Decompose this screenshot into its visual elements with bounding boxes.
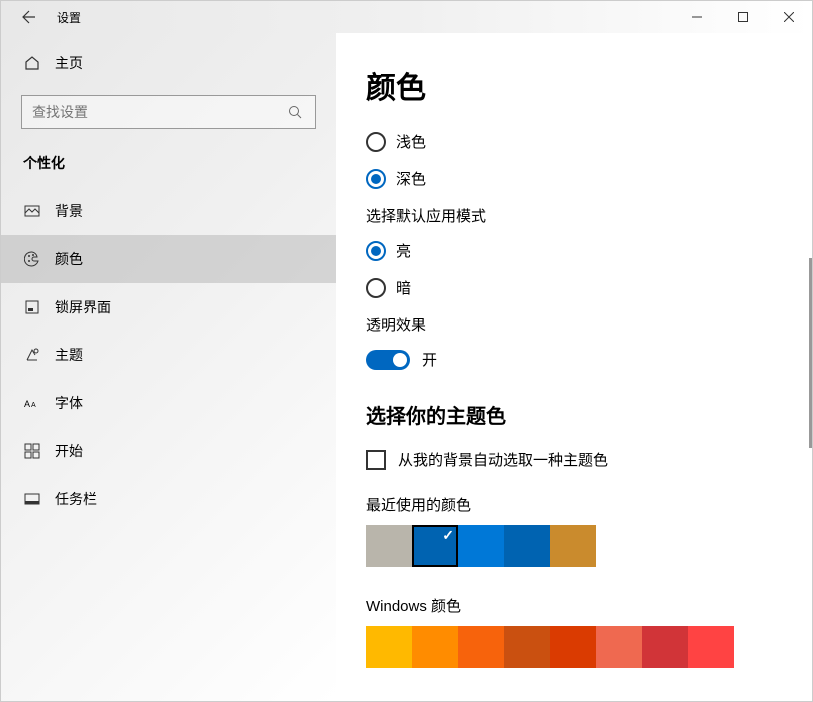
sidebar-item-themes[interactable]: 主题 [1, 331, 336, 379]
sidebar-item-fonts[interactable]: AA 字体 [1, 379, 336, 427]
picture-icon [23, 202, 41, 220]
recent-color-swatch[interactable] [412, 525, 458, 567]
radio-windows-dark[interactable]: 深色 [366, 168, 782, 189]
windows-color-swatch[interactable] [688, 626, 734, 668]
nav-label: 主题 [55, 345, 83, 365]
nav-label: 开始 [55, 441, 83, 461]
titlebar: 设置 [1, 1, 812, 33]
themes-icon [23, 346, 41, 364]
sidebar-item-background[interactable]: 背景 [1, 187, 336, 235]
sidebar: 主页 个性化 背景 颜色 锁屏界面 [1, 33, 336, 701]
windows-color-swatch[interactable] [366, 626, 412, 668]
radio-icon [366, 169, 386, 189]
radio-app-dark[interactable]: 暗 [366, 277, 782, 298]
palette-icon [23, 250, 41, 268]
page-title: 颜色 [366, 63, 782, 107]
windows-color-swatch[interactable] [504, 626, 550, 668]
main-content: 颜色 浅色 深色 选择默认应用模式 亮 暗 透明效果 [336, 33, 812, 701]
accent-header: 选择你的主题色 [366, 400, 782, 429]
recent-color-swatch[interactable] [550, 525, 596, 567]
search-box[interactable] [21, 95, 316, 129]
transparency-toggle[interactable] [366, 350, 410, 370]
radio-windows-light[interactable]: 浅色 [366, 131, 782, 152]
minimize-icon [692, 12, 702, 22]
windows-color-swatch[interactable] [458, 626, 504, 668]
radio-label: 亮 [396, 240, 411, 261]
recent-colors-row [366, 525, 782, 567]
toggle-state-label: 开 [422, 349, 437, 370]
arrow-left-icon [21, 9, 37, 25]
sidebar-item-colors[interactable]: 颜色 [1, 235, 336, 283]
close-icon [784, 12, 794, 22]
radio-app-light[interactable]: 亮 [366, 240, 782, 261]
back-button[interactable] [9, 1, 49, 33]
windows-color-swatch[interactable] [642, 626, 688, 668]
radio-icon [366, 241, 386, 261]
home-icon [23, 54, 41, 72]
category-title: 个性化 [23, 153, 336, 173]
svg-text:A: A [31, 402, 36, 409]
close-button[interactable] [766, 1, 812, 33]
nav-label: 锁屏界面 [55, 297, 111, 317]
recent-colors-header: 最近使用的颜色 [366, 494, 782, 515]
windows-colors-header: Windows 颜色 [366, 595, 782, 616]
svg-text:A: A [24, 399, 30, 409]
windows-color-swatch[interactable] [550, 626, 596, 668]
checkbox-icon [366, 450, 386, 470]
recent-color-swatch[interactable] [458, 525, 504, 567]
sidebar-item-lockscreen[interactable]: 锁屏界面 [1, 283, 336, 331]
home-link[interactable]: 主页 [1, 43, 336, 83]
window-title: 设置 [57, 9, 81, 26]
minimize-button[interactable] [674, 1, 720, 33]
sidebar-item-start[interactable]: 开始 [1, 427, 336, 475]
nav-label: 颜色 [55, 249, 83, 269]
app-mode-header: 选择默认应用模式 [366, 205, 782, 226]
taskbar-icon [23, 490, 41, 508]
sidebar-item-taskbar[interactable]: 任务栏 [1, 475, 336, 523]
transparency-header: 透明效果 [366, 314, 782, 335]
radio-label: 暗 [396, 277, 411, 298]
nav-label: 背景 [55, 201, 83, 221]
radio-label: 浅色 [396, 131, 426, 152]
checkbox-label: 从我的背景自动选取一种主题色 [398, 449, 608, 470]
scrollbar[interactable] [809, 258, 812, 448]
recent-color-swatch[interactable] [366, 525, 412, 567]
start-icon [23, 442, 41, 460]
recent-color-swatch[interactable] [504, 525, 550, 567]
home-label: 主页 [55, 53, 83, 73]
search-input[interactable] [32, 104, 285, 120]
auto-accent-checkbox-row[interactable]: 从我的背景自动选取一种主题色 [366, 449, 782, 470]
maximize-icon [738, 12, 748, 22]
nav-label: 字体 [55, 393, 83, 413]
windows-color-swatch[interactable] [412, 626, 458, 668]
windows-colors-row [366, 626, 782, 668]
radio-label: 深色 [396, 168, 426, 189]
nav-label: 任务栏 [55, 489, 97, 509]
radio-icon [366, 132, 386, 152]
fonts-icon: AA [23, 394, 41, 412]
lockscreen-icon [23, 298, 41, 316]
maximize-button[interactable] [720, 1, 766, 33]
radio-icon [366, 278, 386, 298]
search-icon [285, 105, 305, 119]
windows-color-swatch[interactable] [596, 626, 642, 668]
